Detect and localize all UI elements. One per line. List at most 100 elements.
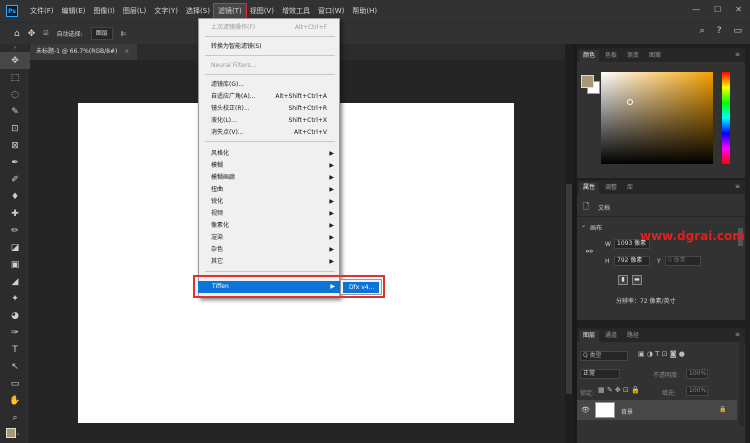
tab-adjustments[interactable]: 调整 — [601, 182, 621, 194]
menu-layer[interactable]: 图层(L) — [119, 4, 150, 18]
object-select-tool[interactable]: ✎ — [0, 103, 30, 120]
type-tool[interactable]: T — [0, 341, 30, 358]
restore-icon[interactable]: ☐ — [714, 5, 721, 14]
align-icon[interactable]: ⊫ — [121, 30, 127, 38]
hue-slider[interactable] — [722, 72, 730, 164]
brush-tool[interactable]: ♦ — [0, 188, 30, 205]
layer-lock-icon[interactable]: 🔒 — [719, 406, 726, 413]
menu-item-blur[interactable]: 模糊 ▶ — [199, 160, 339, 171]
menu-item-convert-smart-filters[interactable]: 转换为智能滤镜(S) — [199, 41, 339, 52]
color-panel-menu-icon[interactable]: ≡ — [735, 51, 740, 58]
tab-layers[interactable]: 图层 — [579, 330, 600, 342]
move-tool-icon[interactable]: ✥ — [28, 29, 36, 39]
close-icon[interactable]: ✕ — [735, 5, 742, 14]
link-dimensions-icon[interactable]: ⚯ — [586, 247, 593, 256]
burn-tool[interactable]: ◕ — [0, 307, 30, 324]
scrollbar-thumb[interactable] — [566, 184, 572, 394]
menu-select[interactable]: 选择(S) — [182, 4, 214, 18]
layer-name[interactable]: 背景 — [621, 407, 633, 416]
color-picker-cursor[interactable] — [627, 99, 633, 105]
lasso-tool[interactable]: ◌ — [0, 86, 30, 103]
menu-item-other[interactable]: 其它 ▶ — [199, 256, 339, 267]
menu-item-stylize[interactable]: 风格化 ▶ — [199, 148, 339, 159]
document-tab[interactable]: 未标题-1 @ 66.7%(RGB/8#) × — [30, 44, 138, 60]
landscape-orientation-icon[interactable]: ▬ — [632, 275, 642, 285]
menu-item-sharpen[interactable]: 锐化 ▶ — [199, 196, 339, 207]
arrange-icon[interactable]: ▭ — [733, 26, 742, 36]
blur-tool[interactable]: ◢ — [0, 273, 30, 290]
pen-tool[interactable]: ✑ — [0, 324, 30, 341]
menu-image[interactable]: 图像(I) — [89, 4, 119, 18]
vertical-scrollbar[interactable] — [565, 44, 573, 443]
blend-mode-dropdown[interactable]: 正常 — [580, 369, 620, 379]
eyedropper-tool[interactable]: ✒ — [0, 154, 30, 171]
dodge-tool[interactable]: ✦ — [0, 290, 30, 307]
move-tool[interactable]: ✥ — [0, 52, 30, 69]
menu-edit[interactable]: 编辑(E) — [58, 4, 90, 18]
path-select-tool[interactable]: ↖ — [0, 358, 30, 375]
menu-filter[interactable]: 滤镜(T) — [212, 3, 247, 19]
tab-properties[interactable]: 属性 — [579, 182, 600, 194]
menu-item-render[interactable]: 渲染 ▶ — [199, 232, 339, 243]
tab-paths[interactable]: 路径 — [623, 330, 643, 342]
menu-file[interactable]: 文件(F) — [26, 4, 58, 18]
marquee-tool[interactable]: ⬚ — [0, 69, 30, 86]
menu-item-lens-correction[interactable]: 镜头校正(R)... Shift+Ctrl+R — [199, 103, 339, 114]
menu-item-adaptive-wide-angle[interactable]: 自适应广角(A)... Alt+Shift+Ctrl+A — [199, 91, 339, 102]
layer-filter-dropdown[interactable]: Q 类型 — [580, 351, 628, 361]
menu-item-blur-gallery[interactable]: 模糊画廊 ▶ — [199, 172, 339, 183]
tab-color[interactable]: 颜色 — [579, 50, 600, 62]
search-icon[interactable]: ⌕ — [700, 26, 705, 36]
properties-panel-menu-icon[interactable]: ≡ — [735, 183, 740, 190]
help-icon[interactable]: ? — [717, 26, 722, 36]
menu-plugins[interactable]: 增效工具 — [278, 4, 314, 18]
portrait-orientation-icon[interactable]: ▮ — [618, 275, 628, 285]
menu-item-neural-filters[interactable]: Neural Filters... — [199, 60, 339, 71]
crop-tool[interactable]: ⊡ — [0, 120, 30, 137]
menu-view[interactable]: 视图(V) — [246, 4, 278, 18]
home-icon[interactable]: ⌂ — [14, 29, 20, 39]
history-brush-tool[interactable]: ✏ — [0, 222, 30, 239]
menu-window[interactable]: 窗口(W) — [314, 4, 348, 18]
layer-filter-icons[interactable]: ▣ ◑ T ⊡ ◙ ● — [638, 350, 685, 358]
toolbar-collapse-icon[interactable]: » — [0, 44, 30, 52]
tab-channels[interactable]: 通道 — [601, 330, 621, 342]
document-tab-close-icon[interactable]: × — [124, 48, 129, 55]
layer-visibility-eye-icon[interactable]: 👁 — [581, 406, 590, 414]
rectangle-tool[interactable]: ▭ — [0, 375, 30, 392]
menu-item-last-filter[interactable]: 上次滤镜操作(F) Alt+Ctrl+F — [199, 22, 339, 33]
foreground-color-swatch[interactable] — [581, 75, 594, 88]
lock-options-icons[interactable]: ▦ ✎ ✥ ⊡ 🔒 — [598, 386, 640, 394]
layers-scrollbar[interactable] — [739, 336, 744, 426]
menu-item-video[interactable]: 视频 ▶ — [199, 208, 339, 219]
color-saturation-field[interactable] — [601, 72, 713, 164]
gradient-tool[interactable]: ▣ — [0, 256, 30, 273]
auto-select-dropdown[interactable]: 图层 — [90, 27, 113, 40]
menu-item-filter-gallery[interactable]: 滤镜库(G)... — [199, 79, 339, 90]
tab-patterns[interactable]: 图案 — [645, 50, 665, 62]
eraser-tool[interactable]: ◪ — [0, 239, 30, 256]
hand-tool[interactable]: ✋ — [0, 392, 30, 409]
canvas-section-chevron-icon[interactable]: ⌄ — [581, 222, 586, 229]
tab-gradients[interactable]: 渐变 — [623, 50, 643, 62]
photoshop-logo-icon[interactable]: Ps — [6, 5, 18, 17]
menu-item-liquify[interactable]: 液化(L)... Shift+Ctrl+X — [199, 115, 339, 126]
stamp-tool[interactable]: ✚ — [0, 205, 30, 222]
menu-item-distort[interactable]: 扭曲 ▶ — [199, 184, 339, 195]
frame-tool[interactable]: ⊠ — [0, 137, 30, 154]
menu-item-pixelate[interactable]: 像素化 ▶ — [199, 220, 339, 231]
y-input[interactable]: 0 像素 — [665, 256, 701, 266]
fill-input[interactable]: 100% — [686, 386, 708, 396]
auto-select-checkbox[interactable]: ☑ — [43, 30, 48, 37]
toolbar-foreground-color[interactable] — [6, 428, 16, 438]
healing-tool[interactable]: ✐ — [0, 171, 30, 188]
tab-swatches[interactable]: 色板 — [601, 50, 621, 62]
opacity-input[interactable]: 100% — [686, 369, 708, 379]
zoom-tool[interactable]: ⌕ — [0, 409, 30, 426]
height-input[interactable]: 792 像素 — [614, 256, 650, 266]
menu-item-noise[interactable]: 杂色 ▶ — [199, 244, 339, 255]
tab-libraries[interactable]: 库 — [623, 182, 637, 194]
menu-help[interactable]: 帮助(H) — [348, 4, 381, 18]
menu-item-vanishing-point[interactable]: 消失点(V)... Alt+Ctrl+V — [199, 127, 339, 138]
menu-type[interactable]: 文字(Y) — [150, 4, 182, 18]
